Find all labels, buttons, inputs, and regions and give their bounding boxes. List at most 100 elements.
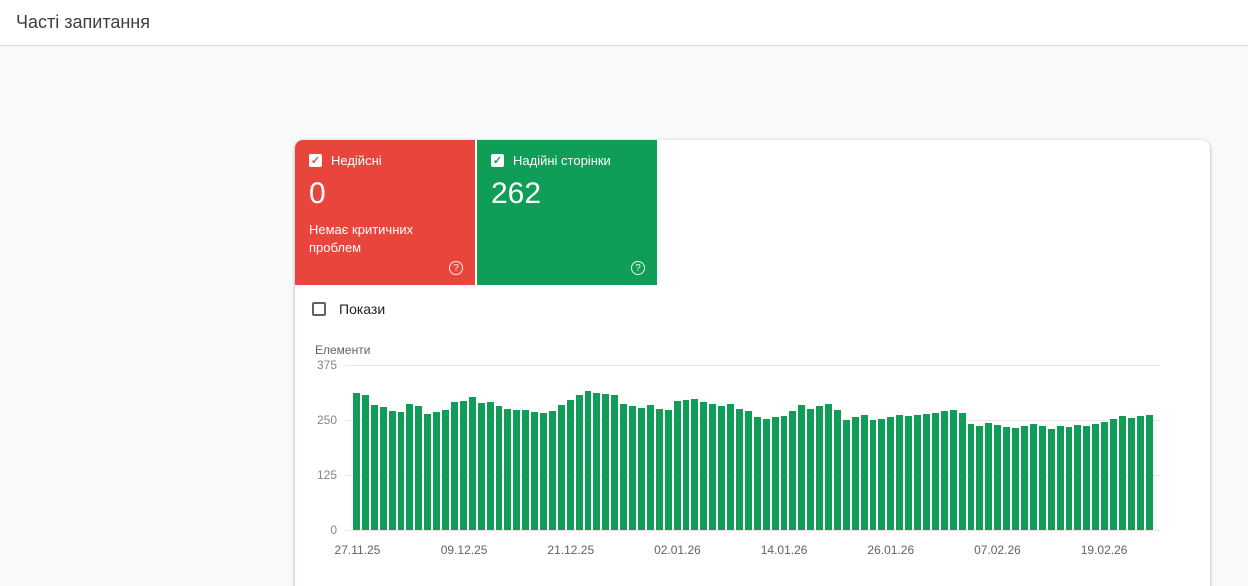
chart-bar[interactable] [727,404,734,530]
valid-status-block[interactable]: ✓ Надійні сторінки 262 ? [477,140,657,285]
chart-bar[interactable] [664,410,672,530]
chart-bar[interactable] [718,406,726,530]
chart-bar[interactable] [531,412,539,530]
chart-bar[interactable] [1092,423,1100,530]
chart-bar[interactable] [1083,426,1091,530]
chart-bar[interactable] [682,400,690,530]
chart-bar[interactable] [522,409,530,530]
chart-bar[interactable] [486,401,494,530]
chart-bar[interactable] [940,411,948,530]
chart-bar[interactable] [700,402,708,530]
chart-bar[interactable] [655,408,663,530]
help-icon[interactable]: ? [631,261,645,275]
chart-bar[interactable] [1020,426,1028,530]
chart-bar[interactable] [709,404,717,530]
chart-bar[interactable] [1136,416,1144,530]
chart-bar[interactable] [860,415,868,530]
chart-bar[interactable] [1038,426,1046,530]
chart-bar[interactable] [789,410,797,530]
chart-bar[interactable] [780,416,788,530]
chart-bar[interactable] [905,416,913,530]
chart-bar[interactable] [584,391,592,530]
chart-bar[interactable] [611,394,619,530]
chart-bar[interactable] [513,410,521,530]
chart-bar[interactable] [370,405,378,530]
help-icon[interactable]: ? [449,261,463,275]
chart-bar[interactable] [361,395,369,530]
chart-bar[interactable] [1110,419,1117,530]
chart-bar[interactable] [691,399,699,530]
invalid-count: 0 [309,177,326,210]
chart-bar[interactable] [878,418,886,530]
chart-bar[interactable] [353,392,360,530]
chart-bar[interactable] [735,408,743,530]
valid-checkbox[interactable]: ✓ [491,154,504,167]
chart-bar[interactable] [851,417,859,530]
chart-bar[interactable] [1074,424,1082,530]
chart-bar[interactable] [816,406,824,530]
chart-bar[interactable] [914,415,921,530]
chart-bar[interactable] [807,408,815,530]
chart-bar[interactable] [397,412,405,530]
impressions-checkbox[interactable] [312,302,326,316]
invalid-status-block[interactable]: ✓ Недійсні 0 Немає критичних проблем ? [295,140,475,285]
chart-bar[interactable] [949,410,957,530]
chart-bar[interactable] [459,400,467,530]
chart-bar[interactable] [548,411,556,530]
chart-bar[interactable] [985,423,993,530]
invalid-checkbox[interactable]: ✓ [309,154,322,167]
chart-bar[interactable] [967,424,975,530]
chart-bar[interactable] [887,417,895,530]
chart-bar[interactable] [825,404,832,530]
chart-bar[interactable] [638,407,645,530]
chart-bar[interactable] [424,413,432,530]
chart-bar[interactable] [1003,427,1011,530]
x-axis-tick-label: 19.02.26 [1080,543,1128,557]
chart-bar[interactable] [958,412,966,530]
chart-bar[interactable] [1012,428,1019,530]
chart-bar[interactable] [433,411,441,530]
chart-bar[interactable] [540,412,547,530]
chart-bar[interactable] [869,420,877,530]
chart-bar[interactable] [771,417,779,530]
chart-bar[interactable] [602,394,610,530]
chart-bar[interactable] [504,408,512,530]
chart-bar[interactable] [575,395,583,530]
chart-bar[interactable] [673,400,681,530]
chart-bar[interactable] [468,397,476,530]
chart-bar[interactable] [1047,429,1055,530]
chart-bar[interactable] [896,414,904,530]
chart-bar[interactable] [762,419,770,530]
chart-bar[interactable] [415,405,423,530]
chart-bar[interactable] [629,406,636,530]
chart-bar[interactable] [379,406,387,530]
chart-bar[interactable] [1118,416,1126,530]
chart-bar[interactable] [1056,426,1064,530]
chart-bar[interactable] [1101,421,1109,530]
chart-bar[interactable] [1145,414,1153,530]
chart-bar[interactable] [994,424,1002,530]
chart-bar[interactable] [477,403,485,530]
chart-bar[interactable] [744,411,752,530]
chart-bar[interactable] [406,404,414,530]
chart-bar[interactable] [842,419,850,530]
chart-bar[interactable] [753,417,761,530]
chart-bar[interactable] [442,410,449,530]
chart-bar[interactable] [388,410,396,530]
chart-bar[interactable] [566,399,574,530]
impressions-toggle[interactable]: Покази [312,301,385,317]
chart-bar[interactable] [1065,427,1073,530]
chart-bar[interactable] [833,410,841,530]
chart-bar[interactable] [646,405,654,530]
chart-bar[interactable] [593,392,601,530]
chart-bar[interactable] [620,404,628,530]
chart-bar[interactable] [1029,423,1037,530]
chart-bar[interactable] [923,414,930,530]
chart-bar[interactable] [798,404,806,530]
chart-bar[interactable] [976,426,984,530]
chart-bar[interactable] [495,406,503,530]
chart-bar[interactable] [1127,417,1135,530]
chart-bar[interactable] [557,405,565,530]
chart-bar[interactable] [450,401,458,530]
chart-bar[interactable] [931,412,939,530]
